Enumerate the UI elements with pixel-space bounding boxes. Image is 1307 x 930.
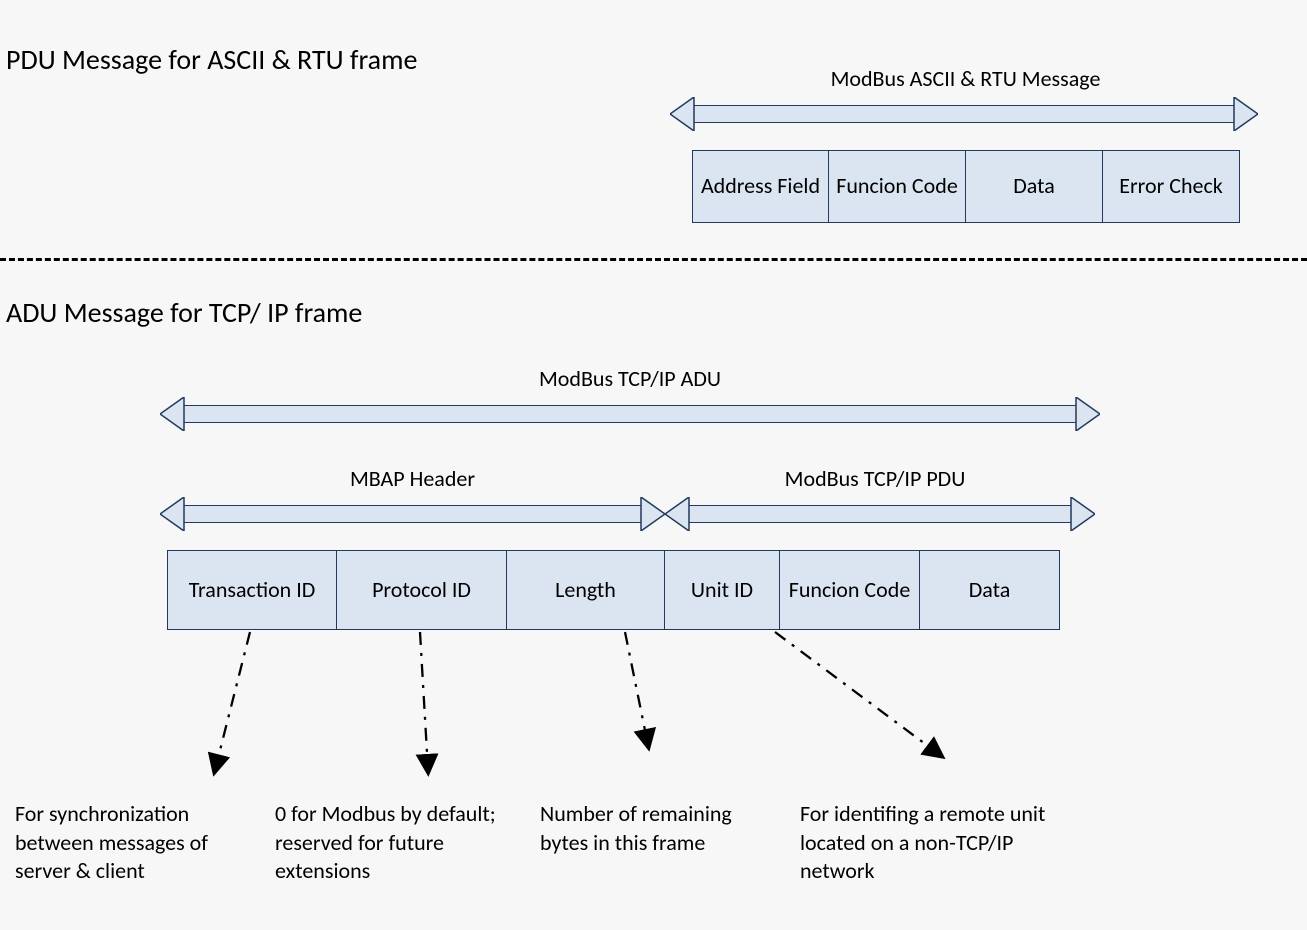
note-protocol-id: 0 for Modbus by default; reserved for fu… [275,800,520,886]
note-transaction-id: For synchronization between messages of … [15,800,265,886]
note-unit-id: For identifing a remote unit located on … [800,800,1050,886]
callout-arrow-transaction [0,0,1307,930]
note-length: Number of remaining bytes in this frame [540,800,780,857]
